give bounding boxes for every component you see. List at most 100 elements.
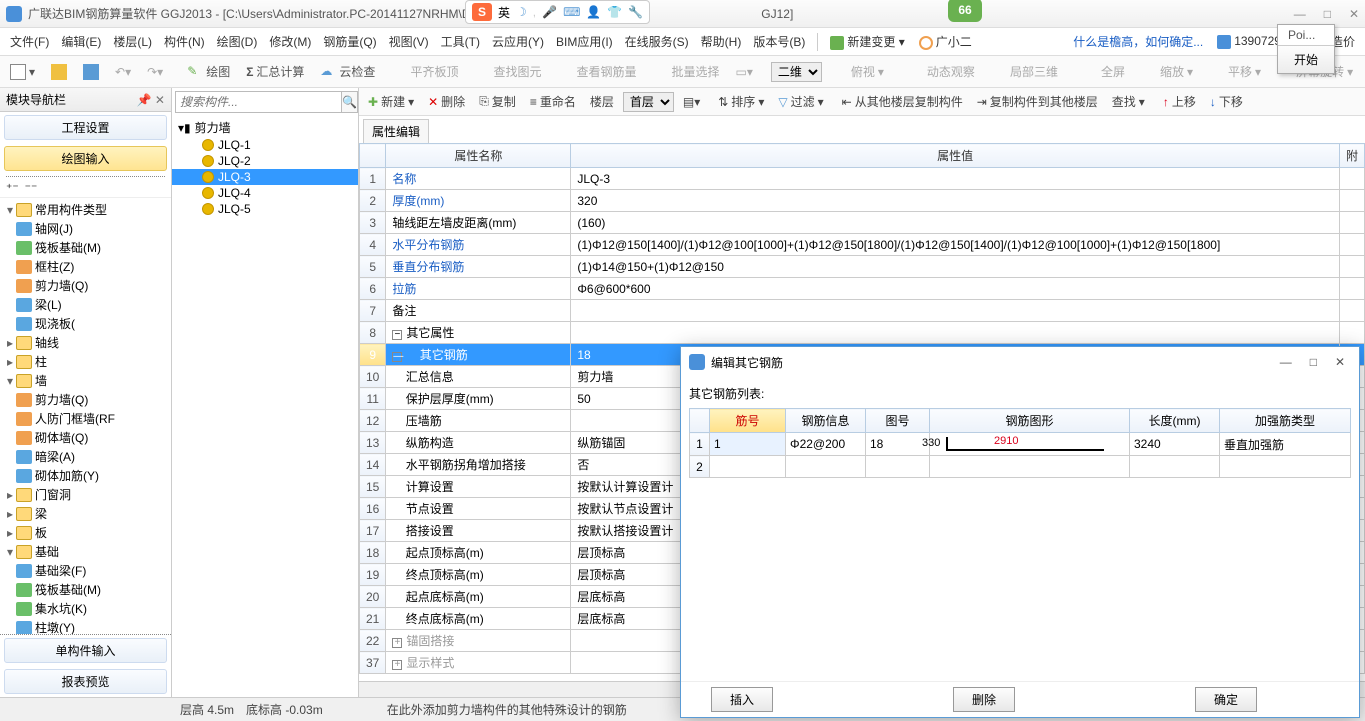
nav-node[interactable]: 现浇板( <box>0 314 171 333</box>
zoom-button[interactable]: 缩放▾ <box>1135 60 1199 83</box>
rebar-row-1[interactable]: 1 1 Φ22@200 18 330 2910 3240 垂直加强筋 <box>690 433 1351 456</box>
nav-node[interactable]: 框柱(Z) <box>0 257 171 276</box>
menu-item[interactable]: 编辑(E) <box>55 30 107 53</box>
prop-row[interactable]: 2厚度(mm)320 <box>360 190 1365 212</box>
nav-node[interactable]: 砌体加筋(Y) <box>0 466 171 485</box>
maximize-button[interactable]: □ <box>1324 7 1331 21</box>
nav-node[interactable]: 筏板基础(M) <box>0 238 171 257</box>
new-doc-button[interactable]: ▾ <box>4 61 41 83</box>
nav-node[interactable]: 基础梁(F) <box>0 561 171 580</box>
prop-row[interactable]: 7备注 <box>360 300 1365 322</box>
col-tuhao[interactable]: 图号 <box>866 409 930 433</box>
pin-icon[interactable]: 📌 ✕ <box>137 93 165 107</box>
search-button[interactable]: 🔍 <box>342 91 358 113</box>
move-up-button[interactable]: ↑上移 <box>1158 91 1201 112</box>
nav-node[interactable]: 梁(L) <box>0 295 171 314</box>
moon-icon[interactable]: ☽ <box>516 5 527 19</box>
nav-node[interactable]: ▸柱 <box>0 352 171 371</box>
copy-from-floor-button[interactable]: ⇤从其他楼层复制构件 <box>837 91 968 112</box>
shirt-icon[interactable]: 👕 <box>607 5 622 19</box>
component-node[interactable]: JLQ-5 <box>172 201 358 217</box>
menu-item[interactable]: 云应用(Y) <box>486 30 550 53</box>
nav-node[interactable]: 集水坑(K) <box>0 599 171 618</box>
copy-component-button[interactable]: ⎘复制 <box>474 91 521 112</box>
nav-node[interactable]: 剪力墙(Q) <box>0 276 171 295</box>
dialog-ok-button[interactable]: 确定 <box>1195 687 1257 712</box>
rebar-row-2[interactable]: 2 <box>690 456 1351 478</box>
start-popup-button[interactable]: 开始 <box>1278 46 1334 73</box>
save-button[interactable] <box>77 61 105 83</box>
nav-node[interactable]: ▸板 <box>0 523 171 542</box>
rename-button[interactable]: ≡重命名 <box>525 91 581 112</box>
menu-item[interactable]: 版本号(B) <box>747 30 811 53</box>
prop-row[interactable]: 8−其它属性 <box>360 322 1365 344</box>
col-prop-value[interactable]: 属性值 <box>571 144 1340 168</box>
nav-tree[interactable]: ▾常用构件类型轴网(J)筏板基础(M)框柱(Z)剪力墙(Q)梁(L)现浇板(▸轴… <box>0 198 171 634</box>
section-report-preview[interactable]: 报表预览 <box>4 669 167 694</box>
component-node[interactable]: JLQ-4 <box>172 185 358 201</box>
copy-to-floor-button[interactable]: ⇥复制构件到其他楼层 <box>972 91 1103 112</box>
cloud-check-button[interactable]: ☁云检查 <box>314 60 381 83</box>
redo-button[interactable]: ↷▾ <box>141 62 169 82</box>
component-tree[interactable]: ▾▮剪力墙JLQ-1JLQ-2JLQ-3JLQ-4JLQ-5 <box>172 116 358 697</box>
ime-lang[interactable]: 英 <box>498 4 510 21</box>
nav-node[interactable]: 柱墩(Y) <box>0 618 171 634</box>
move-down-button[interactable]: ↓下移 <box>1205 91 1248 112</box>
layer-button[interactable]: ▤▾ <box>678 93 705 111</box>
sum-calc-button[interactable]: Σ 汇总计算 <box>240 60 310 83</box>
menu-item[interactable]: 工具(T) <box>435 30 486 53</box>
keyboard-icon[interactable]: ⌨ <box>563 5 580 19</box>
minimize-button[interactable]: — <box>1294 7 1306 21</box>
new-change-menu[interactable]: 新建变更 ▾ <box>824 30 910 53</box>
pan-button[interactable]: 平移▾ <box>1203 60 1267 83</box>
menu-item[interactable]: 帮助(H) <box>695 30 748 53</box>
col-shape[interactable]: 钢筋图形 <box>930 409 1130 433</box>
component-node[interactable]: JLQ-1 <box>172 137 358 153</box>
menu-item[interactable]: BIM应用(I) <box>550 30 619 53</box>
menu-item[interactable]: 在线服务(S) <box>619 30 695 53</box>
close-button[interactable]: ✕ <box>1349 7 1359 21</box>
fullscreen-button[interactable]: 全屏 <box>1076 60 1131 83</box>
draw-button[interactable]: ✎绘图 <box>181 60 236 83</box>
nav-node[interactable]: ▾墙 <box>0 371 171 390</box>
menu-item[interactable]: 钢筋量(Q) <box>317 30 382 53</box>
prop-row[interactable]: 1名称JLQ-3 <box>360 168 1365 190</box>
tree-expand-icon[interactable]: ⁺⁻ <box>6 181 19 195</box>
menu-item[interactable]: 构件(N) <box>158 30 211 53</box>
book-button[interactable]: ▭▾ <box>730 62 759 82</box>
nav-node[interactable]: ▾常用构件类型 <box>0 200 171 219</box>
nav-node[interactable]: ▾基础 <box>0 542 171 561</box>
section-single-input[interactable]: 单构件输入 <box>4 638 167 663</box>
sort-button[interactable]: ⇅排序▾ <box>713 91 769 112</box>
prop-row[interactable]: 6拉筋Φ6@600*600 <box>360 278 1365 300</box>
nav-node[interactable]: 筏板基础(M) <box>0 580 171 599</box>
prop-row[interactable]: 3轴线距左墙皮距离(mm)(160) <box>360 212 1365 234</box>
view-mode-combo[interactable]: 二维 <box>771 62 822 82</box>
col-extra[interactable]: 附 <box>1339 144 1364 168</box>
delete-component-button[interactable]: ✕删除 <box>423 91 470 112</box>
find-button[interactable]: 查找▾ <box>1107 91 1150 112</box>
batch-select-button[interactable]: 批量选择 <box>646 60 725 83</box>
nav-node[interactable]: 剪力墙(Q) <box>0 390 171 409</box>
dialog-titlebar[interactable]: 编辑其它钢筋 — □ ✕ <box>681 347 1359 377</box>
menu-item[interactable]: 视图(V) <box>383 30 435 53</box>
prop-row[interactable]: 4水平分布钢筋(1)Φ12@150[1400]/(1)Φ12@100[1000]… <box>360 234 1365 256</box>
dialog-insert-button[interactable]: 插入 <box>711 687 773 712</box>
nav-node[interactable]: ▸轴线 <box>0 333 171 352</box>
nav-node[interactable]: 砌体墙(Q) <box>0 428 171 447</box>
person-icon[interactable]: 👤 <box>586 5 601 19</box>
properties-tab[interactable]: 属性编辑 <box>363 119 429 143</box>
col-jinhao[interactable]: 筋号 <box>710 409 786 433</box>
component-node[interactable]: ▾▮剪力墙 <box>172 118 358 137</box>
undo-button[interactable]: ↶▾ <box>109 62 137 82</box>
open-button[interactable] <box>45 61 73 83</box>
section-draw-input[interactable]: 绘图输入 <box>4 146 167 171</box>
section-project-settings[interactable]: 工程设置 <box>4 115 167 140</box>
orbit-button[interactable]: 动态观察 <box>902 60 981 83</box>
menu-item[interactable]: 绘图(D) <box>211 30 264 53</box>
local3d-button[interactable]: 局部三维 <box>985 60 1064 83</box>
prop-row[interactable]: 5垂直分布钢筋(1)Φ14@150+(1)Φ12@150 <box>360 256 1365 278</box>
mic-icon[interactable]: 🎤 <box>542 5 557 19</box>
nav-node[interactable]: 轴网(J) <box>0 219 171 238</box>
search-input[interactable] <box>175 91 342 113</box>
